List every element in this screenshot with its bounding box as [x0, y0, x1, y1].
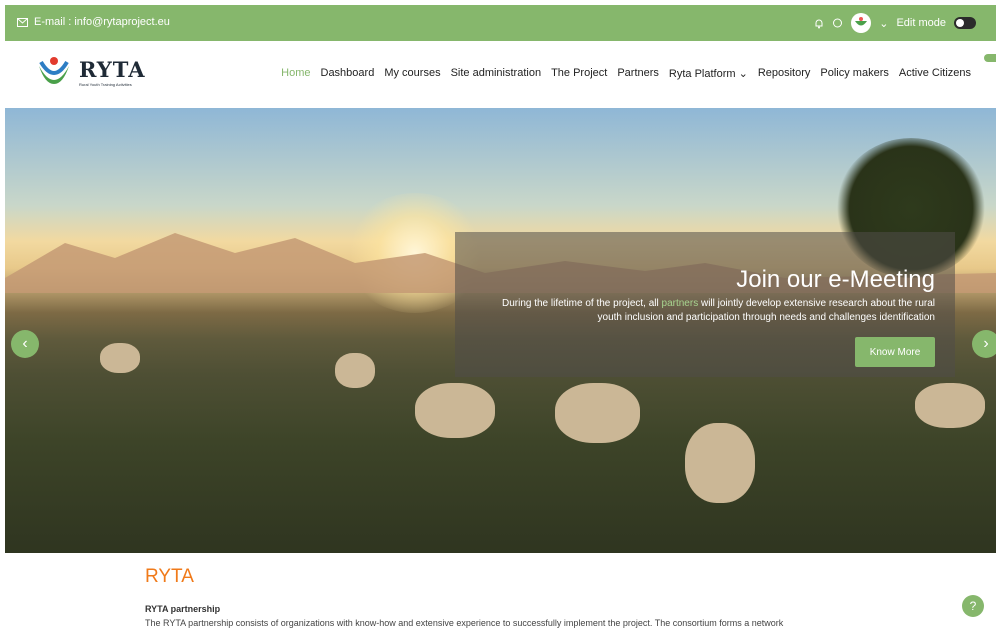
- bell-icon[interactable]: [814, 18, 824, 29]
- nav-dashboard[interactable]: Dashboard: [321, 67, 375, 80]
- carousel-next-button[interactable]: ›: [972, 330, 996, 358]
- logo-tagline: Rural Youth Training Activities: [79, 81, 132, 87]
- sheep: [685, 423, 755, 503]
- nav-ryta-platform[interactable]: Ryta Platform ⌄: [669, 67, 748, 80]
- main-nav: Home Dashboard My courses Site administr…: [281, 67, 971, 80]
- drawer-toggle[interactable]: [984, 54, 996, 62]
- hero-carousel: Join our e-Meeting During the lifetime o…: [5, 108, 996, 553]
- nav-policy-makers[interactable]: Policy makers: [820, 67, 888, 80]
- section-paragraph: The RYTA partnership consists of organiz…: [145, 618, 784, 628]
- site-logo[interactable]: RYTA Rural Youth Training Activities: [35, 54, 146, 92]
- ryta-logo-icon: [36, 55, 72, 91]
- user-menu: ⌄ Edit mode: [814, 13, 976, 33]
- main-content: RYTA RYTA partnership The RYTA partnersh…: [145, 566, 905, 628]
- mail-icon: [17, 17, 28, 27]
- logo-text: RYTA: [79, 56, 146, 82]
- edit-mode-label: Edit mode: [896, 17, 946, 29]
- sheep: [100, 343, 140, 373]
- nav-home[interactable]: Home: [281, 67, 310, 80]
- email-label: E-mail : info@rytaproject.eu: [34, 16, 170, 28]
- sheep: [335, 353, 375, 388]
- partners-link[interactable]: partners: [662, 298, 699, 309]
- hero-title: Join our e-Meeting: [736, 266, 935, 293]
- carousel-prev-button[interactable]: ‹: [11, 330, 39, 358]
- sheep: [415, 383, 495, 438]
- help-button[interactable]: ?: [962, 595, 984, 617]
- avatar[interactable]: [851, 13, 872, 33]
- edit-mode-toggle[interactable]: [954, 17, 976, 29]
- contact-email[interactable]: E-mail : info@rytaproject.eu: [17, 16, 170, 28]
- ryta-logo-icon: [855, 17, 868, 26]
- nav-active-citizens[interactable]: Active Citizens: [899, 67, 971, 80]
- know-more-button[interactable]: Know More: [855, 337, 935, 367]
- nav-partners[interactable]: Partners: [617, 67, 659, 80]
- sheep: [555, 383, 640, 443]
- nav-my-courses[interactable]: My courses: [384, 67, 440, 80]
- nav-repository[interactable]: Repository: [758, 67, 811, 80]
- nav-site-administration[interactable]: Site administration: [451, 67, 542, 80]
- sheep: [915, 383, 985, 428]
- chevron-down-icon[interactable]: ⌄: [879, 17, 888, 30]
- chat-icon[interactable]: [832, 18, 843, 29]
- hero-description: During the lifetime of the project, all …: [475, 297, 935, 325]
- hero-caption: Join our e-Meeting During the lifetime o…: [455, 232, 955, 377]
- site-header: RYTA Rural Youth Training Activities Hom…: [5, 42, 996, 108]
- hero-text-start: During the lifetime of the project, all: [501, 298, 662, 309]
- top-bar: E-mail : info@rytaproject.eu ⌄ Edit mode: [5, 5, 996, 41]
- section-heading: RYTA: [145, 566, 194, 587]
- section-subheading: RYTA partnership: [145, 604, 221, 614]
- nav-the-project[interactable]: The Project: [551, 67, 607, 80]
